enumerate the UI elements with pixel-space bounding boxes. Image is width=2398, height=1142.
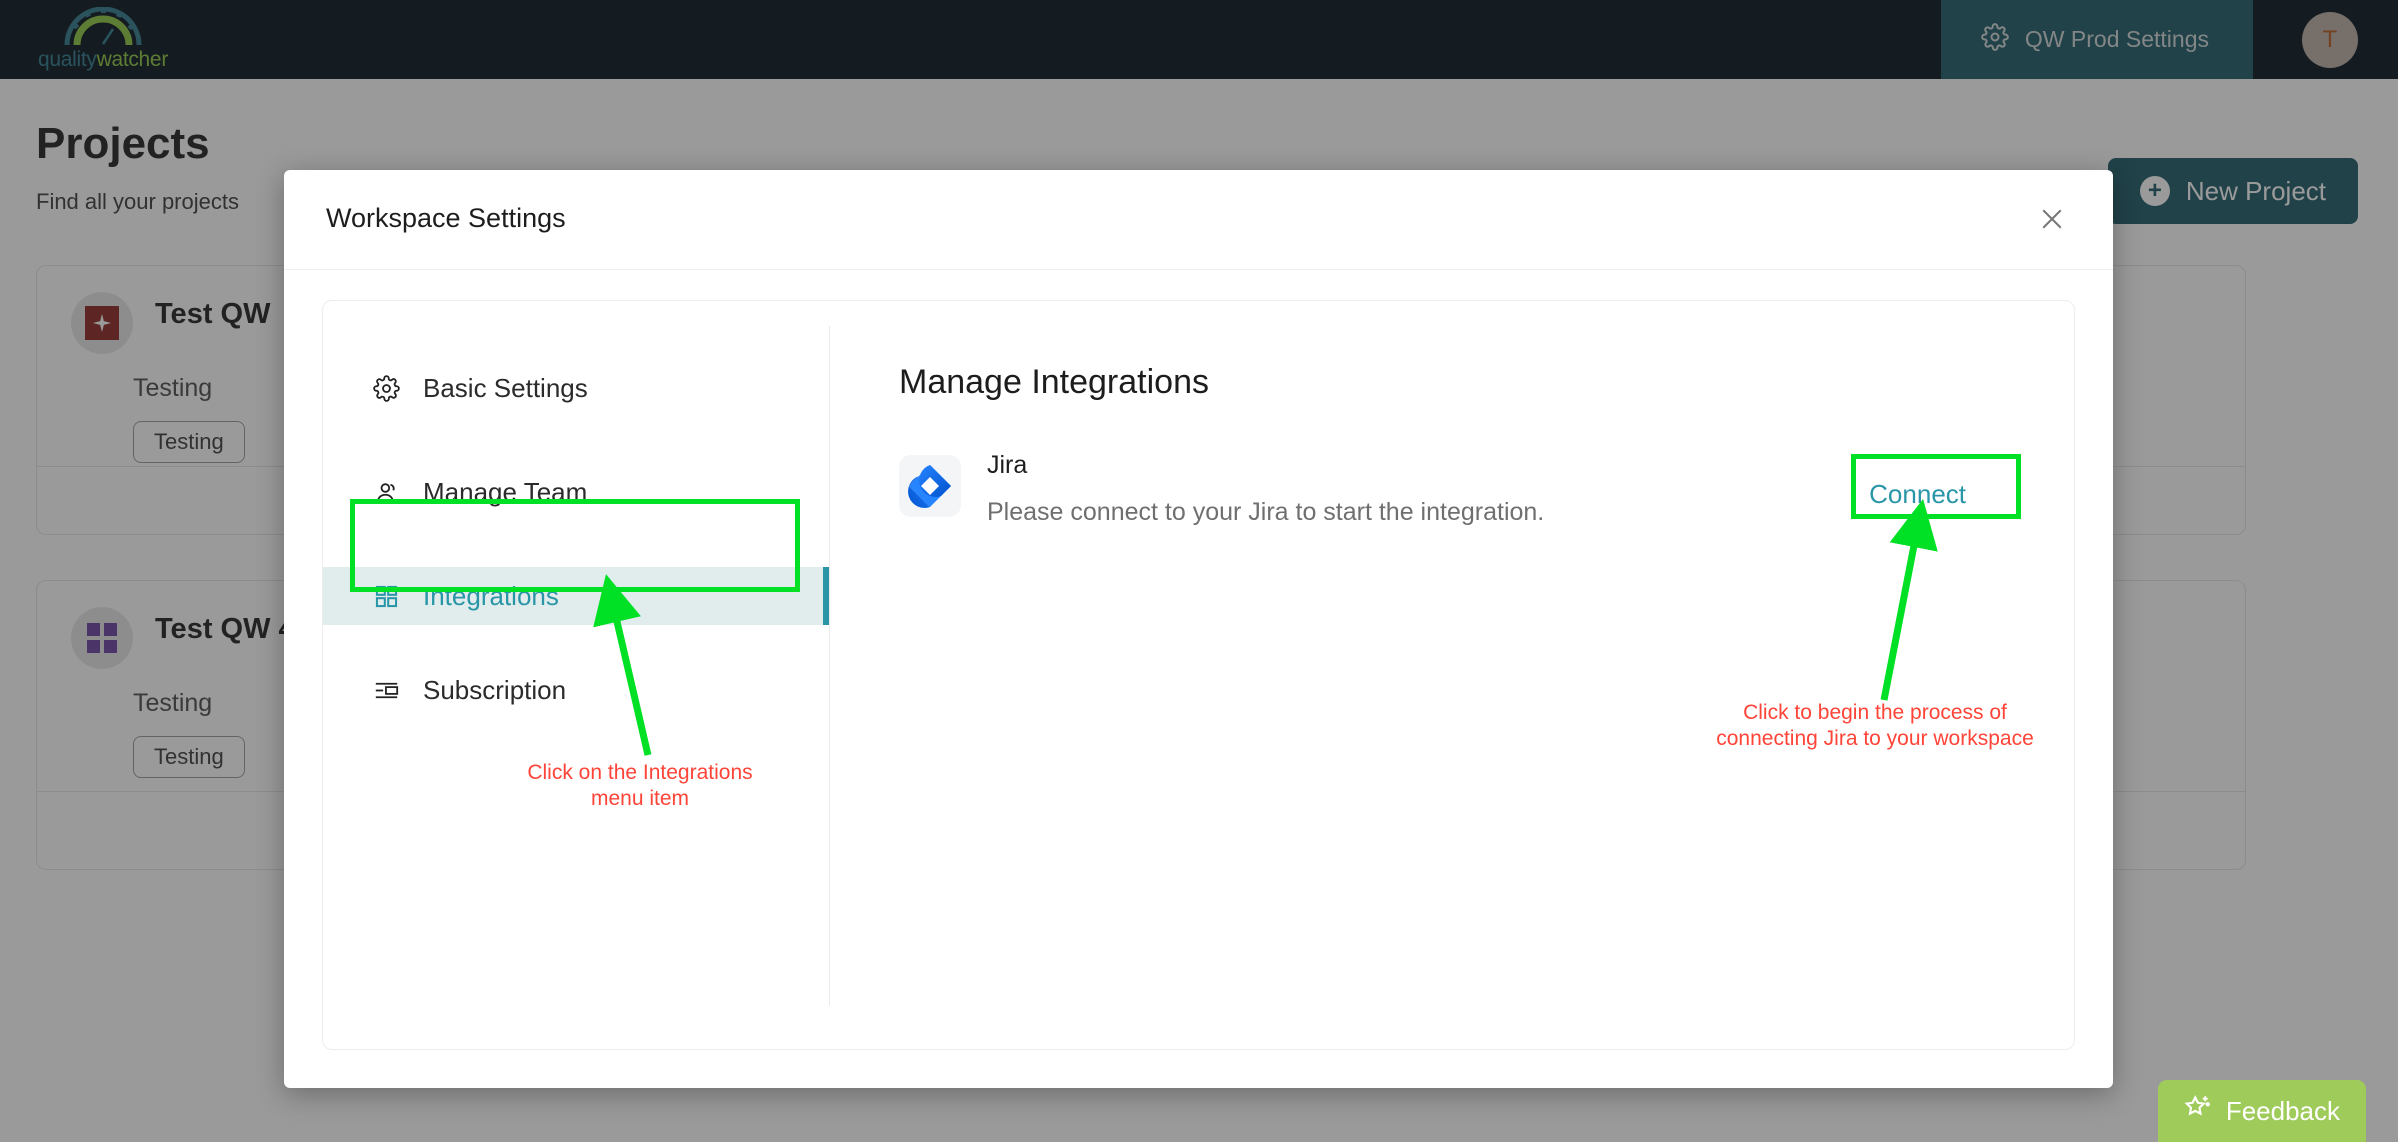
modal-header: Workspace Settings — [284, 170, 2113, 270]
sidebar-item-label: Basic Settings — [423, 372, 588, 403]
annotation-text-integrations: Click on the Integrations menu item — [527, 761, 753, 811]
settings-content: Manage Integrations Jira Please connect … — [863, 301, 2074, 526]
modal-title: Workspace Settings — [326, 203, 566, 233]
settings-panel: Basic Settings Manage Team Integrations … — [322, 300, 2075, 1050]
annotation-text-connect: Click to begin the process of connecting… — [1716, 701, 2034, 751]
integration-text: Jira Please connect to your Jira to star… — [987, 451, 1544, 527]
feedback-label: Feedback — [2225, 1095, 2340, 1126]
list-card-icon — [371, 675, 401, 705]
content-title: Manage Integrations — [899, 363, 1209, 401]
close-icon[interactable] — [2031, 198, 2073, 240]
gear-icon — [371, 373, 401, 403]
panel-divider — [829, 326, 830, 1006]
feedback-button[interactable]: Feedback — [2157, 1080, 2366, 1142]
jira-logo-icon — [899, 455, 961, 517]
sidebar-item-basic-settings[interactable]: Basic Settings — [323, 359, 829, 417]
annotation-highlight-connect — [1851, 454, 2021, 519]
annotation-highlight-integrations — [350, 499, 800, 592]
star-sparkle-icon — [2184, 1093, 2214, 1130]
sidebar-item-label: Subscription — [423, 674, 567, 705]
integration-name: Jira — [987, 451, 1028, 479]
sidebar-item-subscription[interactable]: Subscription — [323, 661, 829, 719]
workspace-settings-modal: Workspace Settings Basic Settings Manage… — [284, 170, 2113, 1088]
integration-description: Please connect to your Jira to start the… — [987, 498, 1545, 526]
